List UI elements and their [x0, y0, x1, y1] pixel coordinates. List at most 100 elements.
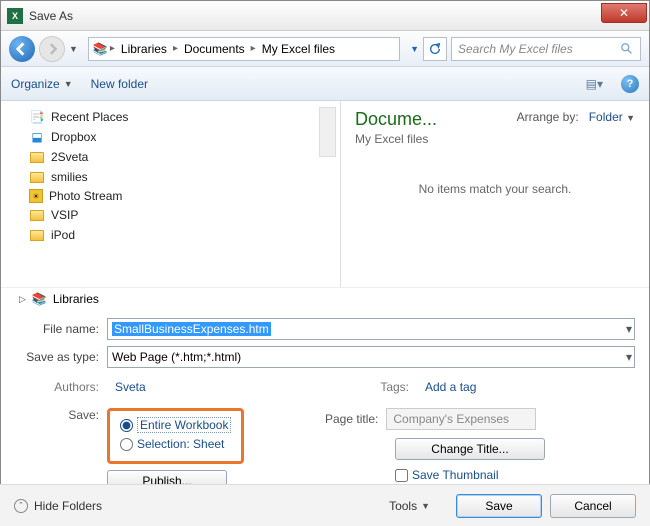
- tree-item-dropbox[interactable]: ⬓ Dropbox: [29, 127, 340, 147]
- nav-bar: ▼ 📚 ▸ Libraries ▸ Documents ▸ My Excel f…: [1, 31, 649, 67]
- tree-item-label: iPod: [51, 228, 75, 242]
- chevron-right-icon: ▸: [110, 43, 115, 54]
- tree-item-label: Libraries: [53, 292, 99, 306]
- forward-button: [39, 36, 65, 62]
- history-dropdown[interactable]: ▼: [69, 44, 78, 54]
- chevron-down-icon: ▼: [421, 501, 430, 511]
- save-form: File name: SmallBusinessExpenses.htm ▾ S…: [1, 310, 649, 502]
- tree-item-libraries[interactable]: ▷ 📚 Libraries: [1, 287, 649, 310]
- cancel-button[interactable]: Cancel: [550, 494, 636, 518]
- view-mode-button[interactable]: ▤▾: [586, 77, 603, 91]
- radio-entire-workbook-input[interactable]: [120, 419, 133, 432]
- scrollbar[interactable]: [319, 107, 336, 157]
- folder-icon: [29, 149, 45, 165]
- folder-icon: [29, 227, 45, 243]
- crumb-documents[interactable]: Documents: [180, 40, 249, 58]
- chevron-down-icon: ▼: [626, 113, 635, 123]
- breadcrumb[interactable]: 📚 ▸ Libraries ▸ Documents ▸ My Excel fil…: [88, 37, 400, 61]
- toolbar: Organize ▼ New folder ▤▾ ?: [1, 67, 649, 101]
- chevron-up-icon: ˆ: [14, 499, 28, 513]
- filename-label: File name:: [15, 322, 107, 336]
- tree-item-label: Recent Places: [51, 110, 128, 124]
- preview-pane: Docume... My Excel files Arrange by: Fol…: [341, 101, 649, 287]
- organize-button[interactable]: Organize ▼: [11, 77, 73, 91]
- tree-item-smilies[interactable]: smilies: [29, 167, 340, 187]
- tree-item-vsip[interactable]: VSIP: [29, 205, 340, 225]
- hide-folders-label: Hide Folders: [34, 499, 102, 513]
- help-button[interactable]: ?: [621, 75, 639, 93]
- search-placeholder: Search My Excel files: [458, 42, 573, 56]
- tree-item-label: smilies: [51, 170, 88, 184]
- empty-message: No items match your search.: [355, 182, 635, 196]
- filename-value: SmallBusinessExpenses.htm: [112, 322, 271, 336]
- search-icon: [620, 42, 634, 56]
- arrow-right-icon: [46, 43, 58, 55]
- excel-icon: X: [7, 8, 23, 24]
- save-button[interactable]: Save: [456, 494, 542, 518]
- add-tag-link[interactable]: Add a tag: [425, 380, 476, 394]
- photo-stream-icon: ☀: [29, 189, 43, 203]
- titlebar: X Save As ✕: [1, 1, 649, 31]
- filetype-select[interactable]: Web Page (*.htm;*.html) ▾: [107, 346, 635, 368]
- radio-entire-workbook[interactable]: Entire Workbook: [120, 417, 231, 433]
- recent-places-icon: 📑: [29, 109, 45, 125]
- tree-item-label: 2Sveta: [51, 150, 88, 164]
- close-icon: ✕: [619, 6, 629, 20]
- arrange-by-dropdown[interactable]: Folder ▼: [589, 110, 635, 124]
- breadcrumb-dropdown[interactable]: ▼: [410, 44, 419, 54]
- save-scope-highlight: Entire Workbook Selection: Sheet: [107, 408, 244, 464]
- expand-icon[interactable]: ▷: [19, 294, 26, 305]
- crumb-libraries[interactable]: Libraries: [117, 40, 171, 58]
- footer: ˆ Hide Folders Tools ▼ Save Cancel: [0, 484, 650, 526]
- change-title-button[interactable]: Change Title...: [395, 438, 545, 460]
- libraries-icon: 📚: [32, 292, 47, 306]
- tags-label: Tags:: [325, 380, 417, 394]
- tree-item-2sveta[interactable]: 2Sveta: [29, 147, 340, 167]
- tree-item-photo-stream[interactable]: ☀ Photo Stream: [29, 187, 340, 205]
- filetype-value: Web Page (*.htm;*.html): [112, 350, 241, 364]
- folder-icon: [29, 207, 45, 223]
- save-thumbnail-checkbox[interactable]: [395, 469, 408, 482]
- radio-label: Entire Workbook: [137, 417, 231, 433]
- new-folder-button[interactable]: New folder: [91, 77, 148, 91]
- library-subheading: My Excel files: [355, 132, 635, 146]
- save-scope-label: Save:: [15, 408, 107, 464]
- radio-selection-sheet-input[interactable]: [120, 438, 133, 451]
- chevron-down-icon: ▼: [64, 79, 73, 89]
- filetype-label: Save as type:: [15, 350, 107, 364]
- refresh-button[interactable]: [423, 37, 447, 61]
- tree-item-ipod[interactable]: iPod: [29, 225, 340, 245]
- arrow-left-icon: [15, 42, 29, 56]
- search-input[interactable]: Search My Excel files: [451, 37, 641, 61]
- authors-value[interactable]: Sveta: [115, 380, 146, 394]
- filename-dropdown[interactable]: ▾: [626, 322, 632, 336]
- close-button[interactable]: ✕: [601, 3, 647, 23]
- save-thumbnail-label: Save Thumbnail: [412, 468, 499, 482]
- crumb-current[interactable]: My Excel files: [258, 40, 339, 58]
- radio-selection-sheet[interactable]: Selection: Sheet: [120, 437, 231, 451]
- arrange-by-label: Arrange by:: [517, 110, 579, 124]
- new-folder-label: New folder: [91, 77, 148, 91]
- tree-item-label: Photo Stream: [49, 189, 122, 203]
- tree-item-recent-places[interactable]: 📑 Recent Places: [29, 107, 340, 127]
- hide-folders-button[interactable]: ˆ Hide Folders: [14, 499, 102, 513]
- folder-icon: [29, 169, 45, 185]
- dropbox-icon: ⬓: [29, 129, 45, 145]
- tree-item-label: Dropbox: [51, 130, 96, 144]
- filename-input[interactable]: SmallBusinessExpenses.htm ▾: [107, 318, 635, 340]
- back-button[interactable]: [9, 36, 35, 62]
- radio-label: Selection: Sheet: [137, 437, 224, 451]
- page-title-label: Page title:: [325, 412, 378, 426]
- folder-tree[interactable]: 📑 Recent Places ⬓ Dropbox 2Sveta smilies ☀…: [1, 101, 341, 287]
- authors-label: Authors:: [15, 380, 107, 394]
- tree-item-label: VSIP: [51, 208, 78, 222]
- body-panel: 📑 Recent Places ⬓ Dropbox 2Sveta smilies ☀…: [1, 101, 649, 287]
- tools-dropdown[interactable]: Tools ▼: [389, 499, 430, 513]
- refresh-icon: [428, 42, 442, 56]
- chevron-right-icon: ▸: [173, 43, 178, 54]
- organize-label: Organize: [11, 77, 60, 91]
- page-title-input: Company's Expenses: [386, 408, 536, 430]
- folder-icon: 📚: [93, 42, 108, 56]
- filetype-dropdown[interactable]: ▾: [626, 350, 632, 364]
- window-title: Save As: [29, 9, 73, 23]
